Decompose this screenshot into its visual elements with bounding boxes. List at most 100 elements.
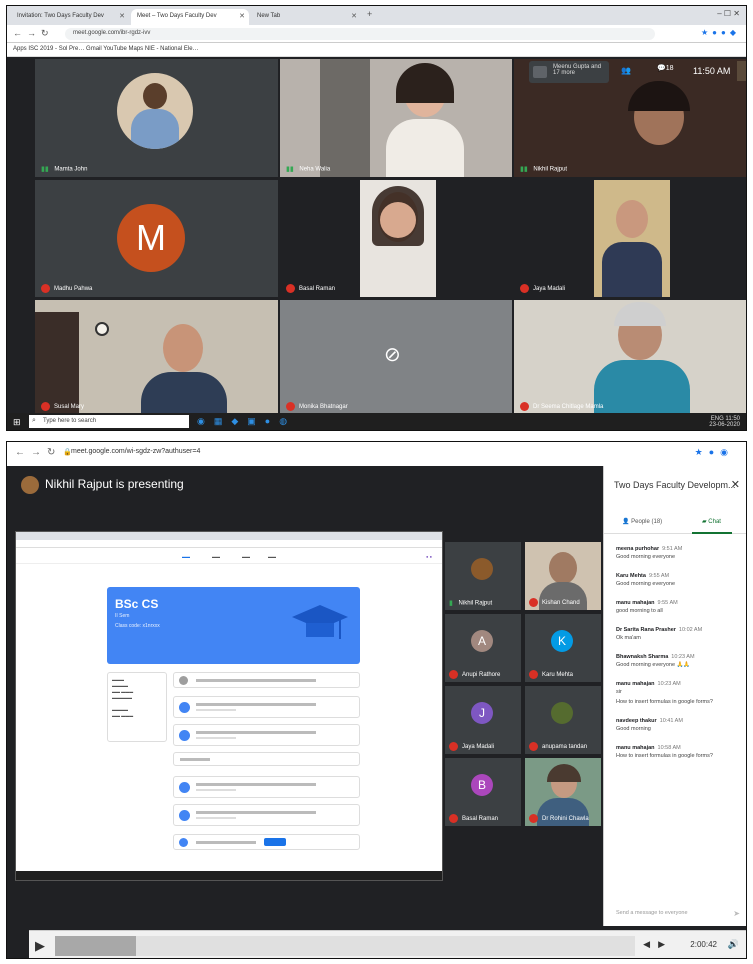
class-code: Class code: x1nrxxx <box>115 623 160 629</box>
mic-off-icon <box>529 670 538 679</box>
bookmarks-bar: Apps ISC 2019 - Sol Pre… Gmail YouTube M… <box>7 43 746 57</box>
close-icon[interactable]: ✕ <box>119 12 125 20</box>
participant-name: Basal Raman <box>449 814 498 823</box>
meet-grid-screenshot: Invitation: Two Days Faculty Dev ✕ Meet –… <box>6 5 747 431</box>
tab-meet[interactable]: Meet – Two Days Faculty Dev ✕ <box>131 9 249 25</box>
close-icon[interactable]: ✕ <box>239 12 245 20</box>
mic-off-icon <box>449 814 458 823</box>
participant-tile[interactable]: A Anupi Rathore <box>445 614 521 682</box>
mic-off-icon <box>520 284 529 293</box>
stream-post[interactable] <box>173 776 360 798</box>
presentation-icon <box>533 66 547 78</box>
participant-name: Susal Mary <box>41 402 84 411</box>
tab-invitation[interactable]: Invitation: Two Days Faculty Dev ✕ <box>11 9 129 25</box>
participant-tile[interactable]: B Basal Raman <box>445 758 521 826</box>
reload-icon[interactable]: ↻ <box>41 28 49 39</box>
extension-icons[interactable]: ★●●◆ <box>701 28 740 37</box>
participant-tile[interactable]: M Madhu Pahwa <box>35 180 278 297</box>
self-view <box>737 61 746 81</box>
participant-tile[interactable]: Jaya Madali <box>514 180 746 297</box>
announce-box[interactable] <box>173 672 360 688</box>
graduation-cap-icon <box>292 605 348 639</box>
participant-tile[interactable]: ⊘ Monika Bhatnagar <box>280 300 512 415</box>
tab-label: New Tab <box>257 13 281 19</box>
participant-tile[interactable]: Susal Mary <box>35 300 278 415</box>
participant-tile[interactable]: K Karu Mehta <box>525 614 601 682</box>
new-tab-icon[interactable]: + <box>367 9 372 19</box>
presenting-text: Nikhil Rajput is presenting <box>45 477 184 492</box>
chat-messages: meena purhohar 9:51 AM Good morning everyo… <box>616 546 744 772</box>
mic-off-icon <box>41 284 50 293</box>
search-icon: ⌕ <box>32 417 36 424</box>
participant-name: anupama tandan <box>529 742 587 751</box>
mic-off-icon <box>520 402 529 411</box>
stream-post[interactable] <box>173 752 360 766</box>
system-tray: ENG 11:50 23-06-2020 <box>709 416 740 428</box>
seek-bar[interactable] <box>55 936 635 956</box>
chat-compose-input[interactable]: Send a message to everyone <box>616 910 688 916</box>
avatar: K <box>551 630 573 652</box>
class-name: BSc CS <box>115 597 159 611</box>
avatar: A <box>471 630 493 652</box>
people-icon: 👤 <box>622 519 630 525</box>
people-icon[interactable]: 👥 <box>621 66 631 75</box>
tab-chat[interactable]: ▰ Chat <box>702 518 721 525</box>
participant-tile[interactable]: Dr Seema Chitlage Mamla <box>514 300 746 415</box>
url-text[interactable]: meet.google.com/wi-sgdz-zw?authuser=4 <box>71 448 200 455</box>
classroom-nav: ▬▬ ▬▬ ▬▬ ▬▬ ● ● <box>16 548 442 564</box>
stream-post[interactable] <box>173 834 360 850</box>
window-controls-icon[interactable]: – ☐ ✕ <box>717 9 740 18</box>
side-tabs: 👤 People (18) ▰ Chat <box>604 512 746 534</box>
send-icon[interactable]: ➤ <box>733 909 740 918</box>
windows-start-icon[interactable]: ⊞ <box>13 417 21 428</box>
camera-off-icon: ⊘ <box>384 344 401 366</box>
mic-off-icon <box>529 598 538 607</box>
chat-message: meena purhohar 9:51 AM Good morning everyo… <box>616 546 683 560</box>
avatar: J <box>471 702 493 724</box>
participant-name: Anupi Rathore <box>449 670 500 679</box>
taskbar-search[interactable]: ⌕ Type here to search <box>29 415 189 428</box>
tab-people[interactable]: 👤 People (18) <box>622 518 662 525</box>
stream-post[interactable] <box>173 804 360 826</box>
browser-tab-strip: Invitation: Two Days Faculty Dev ✕ Meet –… <box>7 6 746 25</box>
extension-icons[interactable]: ★●◉ <box>695 447 734 458</box>
tray-date: 23-06-2020 <box>709 422 740 428</box>
participant-tile[interactable]: Dr Rohini Chawla <box>525 758 601 826</box>
class-banner: BSc CS II Sem Class code: x1nrxxx <box>107 587 360 664</box>
taskbar-app-icons[interactable]: ◉▦◆▣●◍ <box>197 416 296 427</box>
skip-icons[interactable]: ◀▶ <box>643 939 673 950</box>
url-field[interactable]: meet.google.com/ibr-rgdz-ivv <box>65 28 655 40</box>
presenter-chip[interactable]: Meenu Gupta and 17 more <box>529 61 609 83</box>
stream-post[interactable] <box>173 696 360 718</box>
participant-name: Karu Mehta <box>529 670 573 679</box>
close-icon[interactable]: ✕ <box>731 478 740 491</box>
participant-tile[interactable]: ▮ Nikhil Rajput <box>445 542 521 610</box>
mic-off-icon <box>41 402 50 411</box>
participant-tile[interactable]: ▮▮ Mamta John <box>35 59 278 177</box>
search-placeholder: Type here to search <box>43 418 97 424</box>
forward-icon[interactable]: → <box>27 28 36 38</box>
stream-post[interactable] <box>173 724 360 746</box>
chat-icon[interactable]: 💬18 <box>657 64 674 72</box>
chat-message: Karu Mehta 9:55 AM Good morning everyone <box>616 573 676 587</box>
participant-name: Jaya Madali <box>449 742 494 751</box>
avatar <box>21 476 39 494</box>
tab-new[interactable]: New Tab ✕ <box>251 9 361 25</box>
mic-off-icon <box>529 814 538 823</box>
participant-tile[interactable]: Basal Raman <box>280 180 512 297</box>
shared-taskbar <box>16 871 442 880</box>
tab-label: Meet – Two Days Faculty Dev <box>137 13 217 19</box>
participant-tile[interactable]: ▮▮ Neha Walia <box>280 59 512 177</box>
participant-tile[interactable]: anupama tandan <box>525 686 601 754</box>
play-icon[interactable]: ▶ <box>35 938 45 954</box>
participant-tile[interactable]: Kishan Chand <box>525 542 601 610</box>
mic-on-icon: ▮▮ <box>41 166 49 173</box>
url-text: meet.google.com/ibr-rgdz-ivv <box>73 30 151 36</box>
nav-icons[interactable]: ←→↻ <box>15 447 61 458</box>
address-bar-row: ← → ↻ meet.google.com/ibr-rgdz-ivv ★●●◆ <box>7 25 746 43</box>
volume-icon[interactable]: 🔊 <box>728 939 739 950</box>
participant-tile[interactable]: J Jaya Madali <box>445 686 521 754</box>
close-icon[interactable]: ✕ <box>351 12 357 20</box>
back-icon[interactable]: ← <box>13 28 22 38</box>
mic-off-icon <box>449 670 458 679</box>
